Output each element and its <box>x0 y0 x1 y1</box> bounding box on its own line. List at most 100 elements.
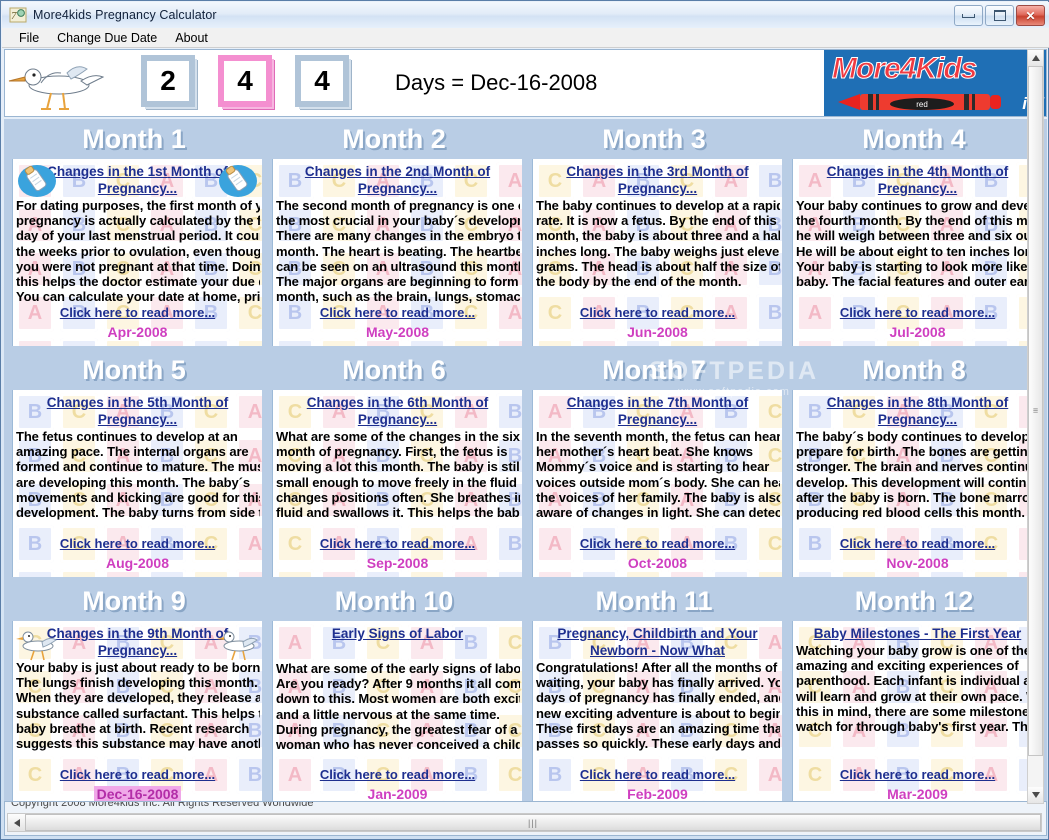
read-more-link[interactable]: Click here to read more... <box>793 767 1042 782</box>
title-line: Pregnancy, Childbirth and <box>557 626 725 641</box>
title-line: Changes in the 9th <box>46 626 168 641</box>
title-line: Changes in the 2nd <box>304 164 430 179</box>
month-cell-11: Month 11 BCABCABCABCABCABCABCABCABCABCAB… <box>524 581 784 803</box>
month-cell-12: Month 12 CABCABCABCABCABCABCABCABCABCABC… <box>784 581 1044 803</box>
month-body-text: What are some of the changes in the sixt… <box>276 429 520 521</box>
days-equals-date-label: Days = Dec-16-2008 <box>395 70 598 95</box>
digit-box-3[interactable]: 4 <box>295 55 353 111</box>
month-article-link[interactable]: Changes in the 4th Month of Pregnancy... <box>793 159 1042 197</box>
month-body-text: The second month of pregnancy is one of … <box>276 198 520 305</box>
scroll-down-button[interactable] <box>1028 787 1043 803</box>
read-more-link[interactable]: Click here to read more... <box>13 767 262 782</box>
close-button[interactable]: ✕ <box>1016 5 1045 26</box>
maximize-button[interactable] <box>985 5 1014 26</box>
read-more-link[interactable]: Click here to read more... <box>533 767 782 782</box>
month-article-link[interactable]: Pregnancy, Childbirth and Your Newborn -… <box>533 621 782 659</box>
menu-item-file[interactable]: File <box>10 29 48 47</box>
crayon-label: red <box>916 100 928 109</box>
month-body-text: The baby continues to develop at a rapid… <box>536 198 780 290</box>
month-cell-4: Month 4 ABCABCABCABCABCABCABCABCABCABCAB… <box>784 119 1044 350</box>
month-body-text: For dating purposes, the first month of … <box>16 198 260 305</box>
read-more-link[interactable]: Click here to read more... <box>273 767 522 782</box>
digit-box-2[interactable]: 4 <box>218 55 276 111</box>
month-panel: CABCABCABCABCABCABCABCABCABCABCABCABCABC… <box>792 621 1042 803</box>
read-more-link[interactable]: Click here to read more... <box>533 305 782 320</box>
vertical-scrollbar[interactable]: ≡ <box>1027 49 1044 804</box>
month-panel: ABCABCABCABCABCABCABCABCABCABCABCABCABCA… <box>792 159 1042 346</box>
read-more-link[interactable]: Click here to read more... <box>793 305 1042 320</box>
month-date-label: Sep-2008 <box>366 555 429 571</box>
month-cell-3: Month 3 CABCABCABCABCABCABCABCABCABCABCA… <box>524 119 784 350</box>
month-panel: CABCABCABCABCABCABCABCABCABCABCABCABCABC… <box>272 390 522 577</box>
horizontal-scroll-thumb[interactable]: ||| <box>25 814 1041 831</box>
read-more-link[interactable]: Click here to read more... <box>13 305 262 320</box>
title-line: Baby Milestones - <box>813 626 929 641</box>
month-header: Month 5 <box>4 350 264 390</box>
digit-box-1[interactable]: 2 <box>141 55 199 111</box>
baby-bottle-icon <box>16 162 58 200</box>
month-body-text: What are some of the early signs of labo… <box>276 661 520 753</box>
months-row: Month 1 ABCABCABCABCABCABCABCABCABCABCAB… <box>4 119 1047 350</box>
month-cell-10: Month 10 ABCABCABCABCABCABCABCABCABCABCA… <box>264 581 524 803</box>
menu-item-change-due-date[interactable]: Change Due Date <box>48 29 166 47</box>
month-article-link[interactable]: Baby Milestones - The First Year <box>793 621 1042 642</box>
month-date-label: May-2008 <box>365 324 430 340</box>
month-cell-9: Month 9 CABCABCABCABCABCABCABCABCABCABCA… <box>4 581 264 803</box>
month-date-label: Jun-2008 <box>627 324 688 340</box>
read-more-link[interactable]: Click here to read more... <box>533 536 782 551</box>
month-article-link[interactable]: Early Signs of Labor <box>273 621 522 642</box>
months-row: Month 5 BCABCABCABCABCABCABCABCABCABCABC… <box>4 350 1047 581</box>
month-panel: BCABCABCABCABCABCABCABCABCABCABCABCABCAB… <box>792 390 1042 577</box>
month-article-link[interactable]: Changes in the 2nd Month of Pregnancy... <box>273 159 522 197</box>
scroll-up-button[interactable] <box>1028 50 1043 66</box>
title-line: Changes in the 1st <box>47 164 168 179</box>
month-date-label: Aug-2008 <box>105 555 170 571</box>
month-body-text: The fetus continues to develop at an ama… <box>16 429 260 521</box>
title-line: Changes in the 5th <box>46 395 168 410</box>
months-grid: Month 1 ABCABCABCABCABCABCABCABCABCABCAB… <box>4 119 1047 803</box>
month-article-link[interactable]: Changes in the 6th Month of Pregnancy... <box>273 390 522 428</box>
title-line: Changes in the 6th <box>306 395 428 410</box>
read-more-link[interactable]: Click here to read more... <box>273 536 522 551</box>
read-more-link[interactable]: Click here to read more... <box>793 536 1042 551</box>
svg-text:7: 7 <box>11 10 17 22</box>
stork-icon <box>16 624 58 662</box>
month-cell-5: Month 5 BCABCABCABCABCABCABCABCABCABCABC… <box>4 350 264 581</box>
month-date-label: Nov-2008 <box>886 555 949 571</box>
month-article-link[interactable]: Changes in the 7th Month of Pregnancy... <box>533 390 782 428</box>
minimize-button[interactable] <box>954 5 983 26</box>
month-cell-8: Month 8 BCABCABCABCABCABCABCABCABCABCABC… <box>784 350 1044 581</box>
title-line: Changes in the 7th Month of <box>566 395 749 410</box>
header-panel: 2 4 4 Days = Dec-16-2008 More4Kids red <box>4 49 1047 117</box>
title-line: Early Signs of Labor <box>331 626 464 641</box>
vertical-scroll-thumb[interactable]: ≡ <box>1028 66 1043 756</box>
title-line: Pregnancy... <box>617 412 698 427</box>
stork-illustration <box>7 51 127 115</box>
more4kids-logo[interactable]: More4Kids red inf <box>824 50 1046 116</box>
title-line: The First Year <box>932 626 1022 641</box>
read-more-link[interactable]: Click here to read more... <box>273 305 522 320</box>
month-header: Month 11 <box>524 581 784 621</box>
read-more-link[interactable]: Click here to read more... <box>13 536 262 551</box>
menu-item-about[interactable]: About <box>166 29 217 47</box>
month-date-label: Feb-2009 <box>627 786 688 802</box>
copyright-text: Copyright 2008 More4kids Inc. All Rights… <box>11 801 314 809</box>
crayon-icon: red <box>838 92 1003 112</box>
month-article-link[interactable]: Changes in the 3rd Month of Pregnancy... <box>533 159 782 197</box>
month-header: Month 4 <box>784 119 1044 159</box>
baby-bottle-icon <box>217 162 259 200</box>
stork-icon <box>217 624 259 662</box>
month-article-link[interactable]: Changes in the 8th Month of Pregnancy... <box>793 390 1042 428</box>
month-panel: BCABCABCABCABCABCABCABCABCABCABCABCABCAB… <box>532 621 782 803</box>
month-header: Month 8 <box>784 350 1044 390</box>
month-header: Month 2 <box>264 119 524 159</box>
month-panel: ABCABCABCABCABCABCABCABCABCABCABCABCABCA… <box>272 621 522 803</box>
month-article-link[interactable]: Changes in the 5th Month of Pregnancy... <box>13 390 262 428</box>
month-date-label: Mar-2009 <box>887 786 948 802</box>
month-body-text: In the seventh month, the fetus can hear… <box>536 429 780 521</box>
month-panel: ABCABCABCABCABCABCABCABCABCABCABCABCABCA… <box>12 159 262 346</box>
month-header: Month 12 <box>784 581 1044 621</box>
month-date-label: Oct-2008 <box>627 555 688 571</box>
scroll-left-button[interactable] <box>8 814 25 831</box>
horizontal-scrollbar[interactable]: ||| <box>7 813 1042 832</box>
